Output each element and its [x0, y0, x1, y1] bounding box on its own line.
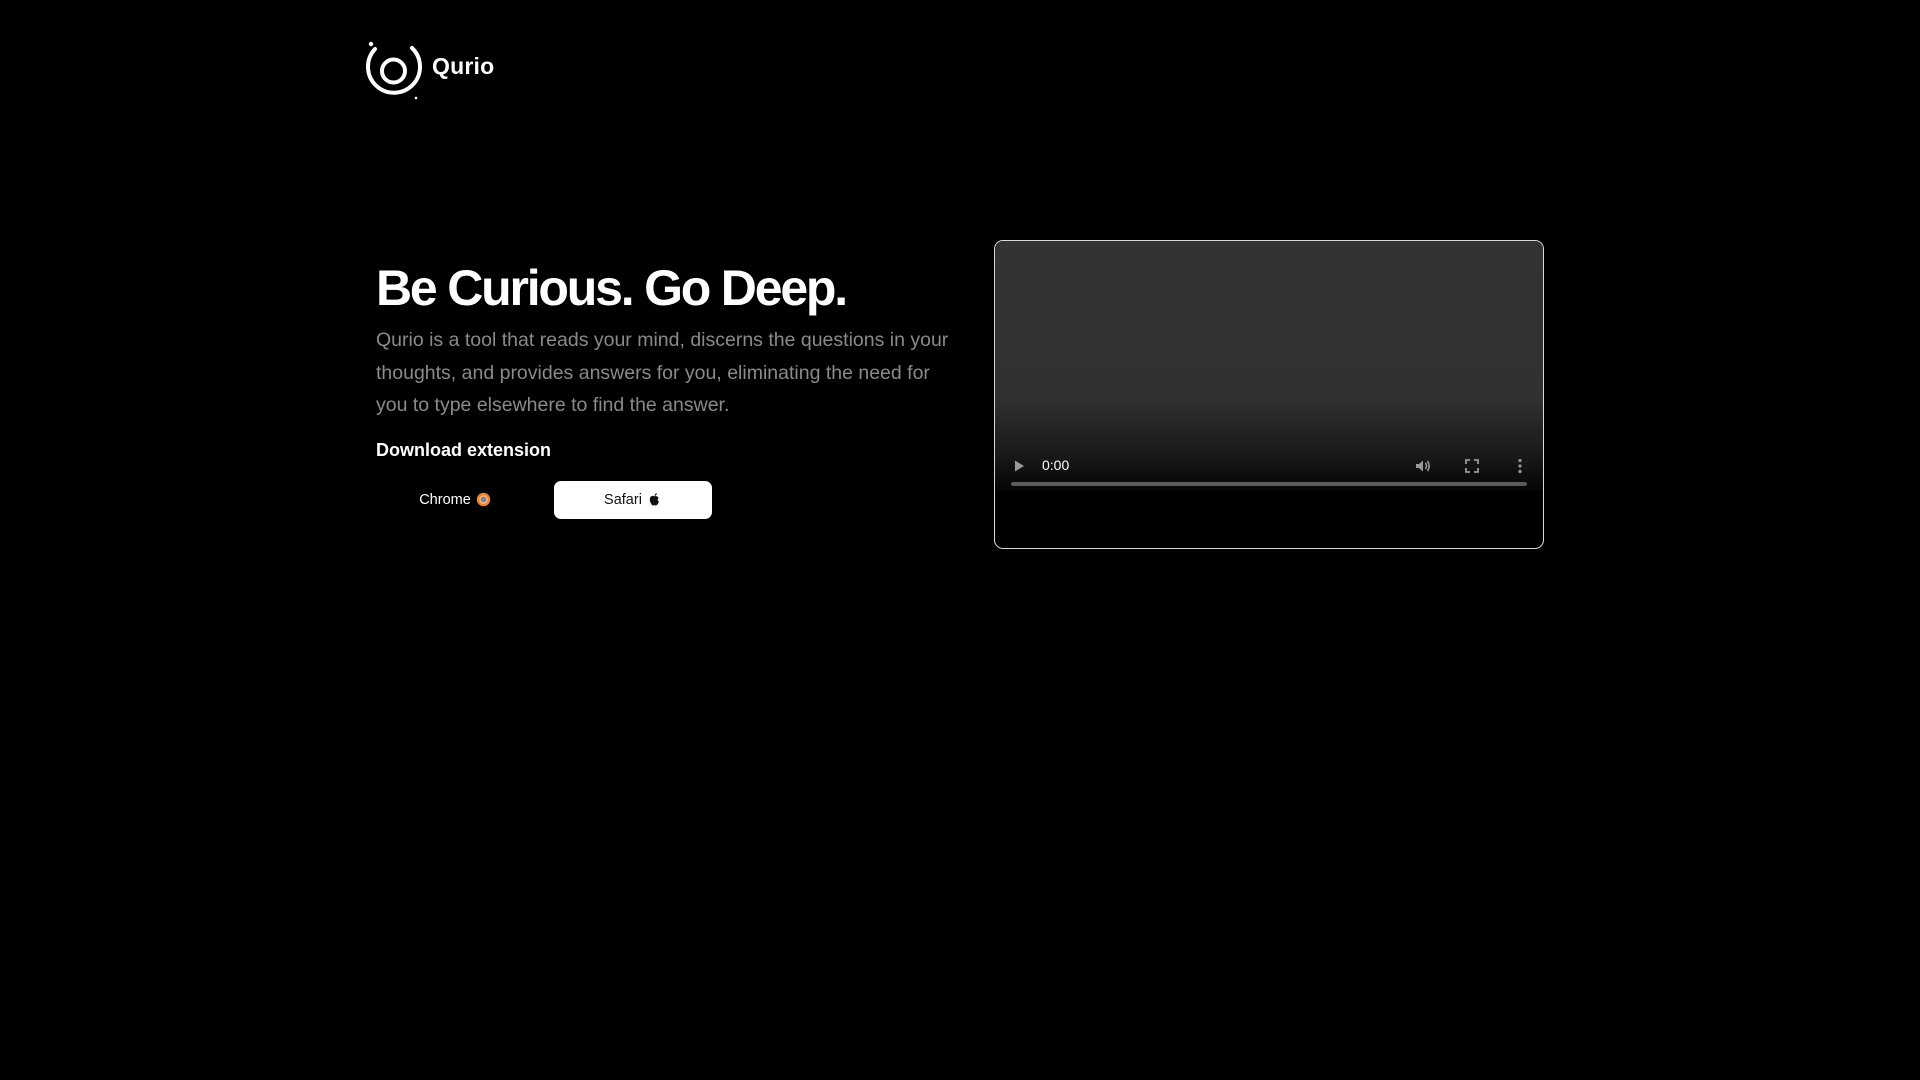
fullscreen-icon[interactable] [1463, 457, 1481, 475]
download-buttons: Chrome Safari [376, 480, 946, 519]
chrome-icon [476, 492, 491, 507]
orbit-ring-icon [366, 41, 422, 100]
video-time: 0:00 [1042, 457, 1070, 473]
safari-button-label: Safari [604, 491, 642, 508]
brand-logo[interactable]: Qurio [365, 40, 494, 100]
safari-download-button[interactable]: Safari [554, 480, 712, 519]
landing-page: Qurio Be Curious. Go Deep. Qurio is a to… [0, 0, 1920, 1080]
download-extension-label: Download extension [376, 439, 552, 460]
volume-icon[interactable] [1414, 457, 1432, 475]
video-controls: 0:00 [995, 451, 1543, 511]
apple-icon [649, 493, 659, 506]
demo-video-player[interactable]: 0:00 [994, 240, 1544, 549]
brand-name: Qurio [432, 52, 495, 79]
chrome-button-label: Chrome [419, 491, 471, 508]
chrome-download-button[interactable]: Chrome [376, 480, 534, 519]
hero-title: Be Curious. Go Deep. [376, 260, 848, 316]
play-icon[interactable] [1011, 458, 1027, 474]
hero-description: Qurio is a tool that reads your mind, di… [376, 329, 949, 416]
hero-section: Be Curious. Go Deep. Qurio is a tool tha… [376, 258, 948, 519]
video-progress-bar[interactable] [1011, 482, 1527, 486]
more-vertical-icon[interactable] [1511, 457, 1529, 475]
